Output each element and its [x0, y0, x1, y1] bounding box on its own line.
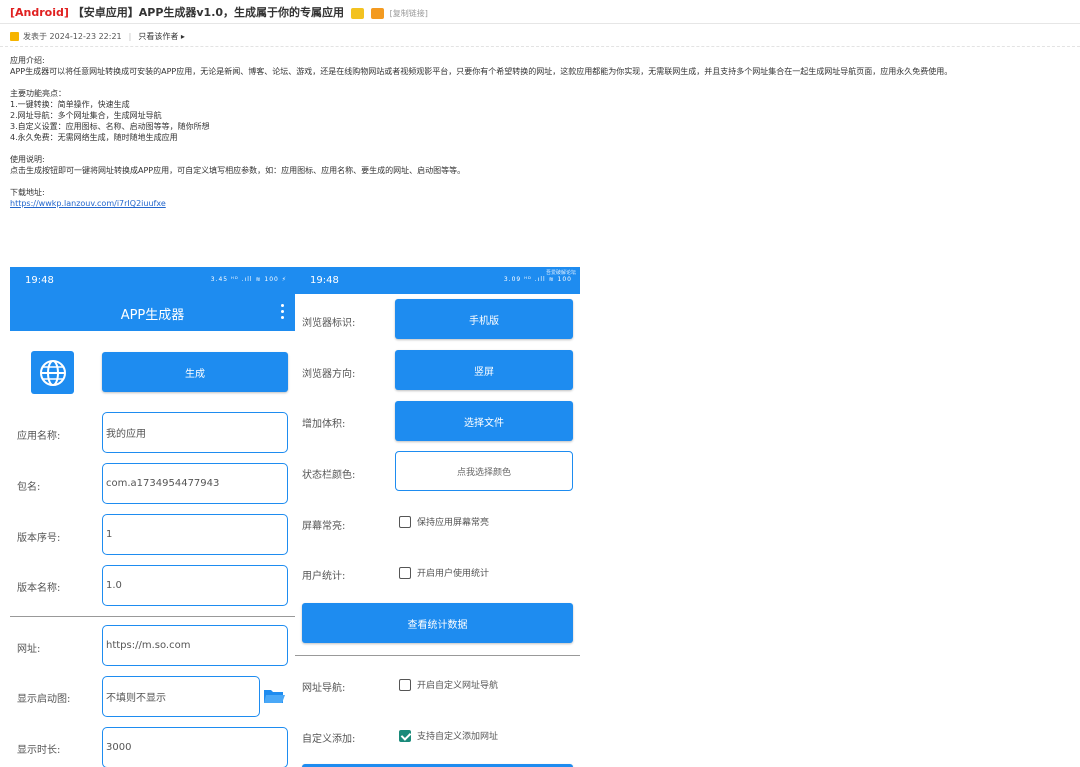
- download-heading: 下载地址:: [10, 188, 45, 197]
- checkbox-unchecked-icon: [399, 566, 411, 579]
- splash-duration-input[interactable]: 3000: [102, 727, 288, 767]
- orientation-button[interactable]: 竖屏: [395, 350, 573, 390]
- hot-icon: [350, 7, 364, 19]
- usage-heading: 使用说明:: [10, 155, 45, 164]
- status-bar: 19:48 3.45 ᴴᴰ .ıll ≋ 100 ⚡: [10, 267, 295, 294]
- feature-item: 4.永久免费：无需网络生成，随时随地生成应用: [10, 133, 178, 142]
- user-stats-checkbox[interactable]: 开启用户使用统计: [399, 566, 489, 579]
- usage-text: 点击生成按钮即可一键将网址转换成APP应用，可自定义填写相应参数，如：应用图标、…: [10, 166, 466, 175]
- statusbar-color-button[interactable]: 点我选择颜色: [395, 451, 573, 491]
- checkbox-label: 支持自定义添加网址: [417, 732, 499, 742]
- post-content: 应用介绍: APP生成器可以将任意网址转换成可安装的APP应用，无论是新闻、博客…: [10, 55, 1070, 209]
- keep-screen-on-checkbox[interactable]: 保持应用屏幕常亮: [399, 515, 489, 528]
- phone-screenshot-main: 19:48 3.45 ᴴᴰ .ıll ≋ 100 ⚡ APP生成器 生成 应用名…: [10, 267, 295, 767]
- divider: [0, 23, 1080, 24]
- view-stats-button[interactable]: 查看统计数据: [302, 603, 573, 643]
- checkbox-label: 开启用户使用统计: [417, 569, 490, 579]
- phone-screenshot-settings: 19:48 3.09 ᴴᴰ .ıll ≋ 100 吾爱破解论坛 浏览器标识: 手…: [295, 267, 580, 767]
- url-input[interactable]: https://m.so.com: [102, 625, 288, 666]
- choose-file-button[interactable]: 选择文件: [395, 401, 573, 441]
- app-toolbar: APP生成器: [10, 294, 295, 331]
- divider: [0, 46, 1080, 47]
- setting-label: 用户统计:: [302, 571, 346, 582]
- splash-image-input[interactable]: 不填则不显示: [102, 676, 260, 717]
- divider: [10, 616, 295, 617]
- setting-label: 增加体积:: [302, 419, 346, 430]
- status-icons: 3.45 ᴴᴰ .ıll ≋ 100 ⚡: [210, 276, 287, 283]
- checkbox-checked-icon: [399, 729, 411, 742]
- checkbox-unchecked-icon: [399, 678, 411, 691]
- status-time: 19:48: [25, 275, 54, 286]
- folder-icon[interactable]: [263, 687, 285, 705]
- checkbox-label: 保持应用屏幕常亮: [417, 518, 490, 528]
- generate-button[interactable]: 生成: [102, 352, 288, 392]
- field-label: 包名:: [17, 482, 41, 493]
- checkbox-unchecked-icon: [399, 515, 411, 528]
- app-title: APP生成器: [120, 308, 185, 323]
- version-code-input[interactable]: 1: [102, 514, 288, 555]
- copy-link[interactable]: [复制链接]: [390, 9, 428, 18]
- reward-icon: [370, 7, 384, 19]
- package-name-input[interactable]: com.a1734954477943: [102, 463, 288, 504]
- post-meta: 发表于 2024-12-23 22:21 | 只看该作者 ▸: [10, 31, 185, 42]
- setting-label: 浏览器方向:: [302, 369, 356, 380]
- intro-text: APP生成器可以将任意网址转换成可安装的APP应用，无论是新闻、博客、论坛、游戏…: [10, 67, 953, 76]
- custom-add-checkbox[interactable]: 支持自定义添加网址: [399, 729, 498, 742]
- separator: |: [128, 32, 132, 41]
- post-tag[interactable]: [Android]: [10, 6, 69, 19]
- url-nav-checkbox[interactable]: 开启自定义网址导航: [399, 678, 498, 691]
- field-label: 网址:: [17, 644, 41, 655]
- setting-label: 屏幕常亮:: [302, 521, 346, 532]
- feature-item: 1.一键转换：简单操作，快速生成: [10, 100, 130, 109]
- field-label: 应用名称:: [17, 431, 61, 442]
- watermark: 吾爱破解论坛: [545, 270, 576, 276]
- version-name-input[interactable]: 1.0: [102, 565, 288, 606]
- field-label: 版本序号:: [17, 533, 61, 544]
- feature-item: 2.网址导航：多个网址集合，生成网址导航: [10, 111, 162, 120]
- setting-label: 网址导航:: [302, 683, 346, 694]
- field-label: 版本名称:: [17, 583, 61, 594]
- setting-label: 状态栏颜色:: [302, 470, 356, 481]
- more-icon[interactable]: [281, 304, 285, 320]
- field-label: 显示启动图:: [17, 694, 71, 705]
- download-link[interactable]: https://wwkp.lanzouv.com/i7rIQ2iuufxe: [10, 199, 166, 208]
- posted-at: 发表于 2024-12-23 22:21: [23, 32, 122, 41]
- checkbox-label: 开启自定义网址导航: [417, 681, 499, 691]
- status-icons: 3.09 ᴴᴰ .ıll ≋ 100: [503, 276, 572, 283]
- user-icon: [10, 32, 19, 41]
- divider: [295, 655, 580, 656]
- post-title-text: 【安卓应用】APP生成器v1.0，生成属于你的专属应用: [72, 6, 345, 19]
- setting-label: 自定义添加:: [302, 734, 356, 745]
- browser-ua-button[interactable]: 手机版: [395, 299, 573, 339]
- intro-heading: 应用介绍:: [10, 56, 45, 65]
- status-bar: 19:48 3.09 ᴴᴰ .ıll ≋ 100 吾爱破解论坛: [295, 267, 580, 294]
- feature-item: 3.自定义设置：应用图标、名称、启动图等等，随你所想: [10, 122, 210, 131]
- setting-label: 浏览器标识:: [302, 318, 356, 329]
- features-heading: 主要功能亮点：: [10, 89, 66, 98]
- only-author-link[interactable]: 只看该作者 ▸: [138, 31, 185, 42]
- globe-icon: [39, 359, 66, 386]
- status-time: 19:48: [310, 275, 339, 286]
- field-label: 显示时长:: [17, 745, 61, 756]
- app-icon-picker[interactable]: [31, 351, 74, 394]
- app-name-input[interactable]: 我的应用: [102, 412, 288, 453]
- post-title: [Android] 【安卓应用】APP生成器v1.0，生成属于你的专属应用 [复…: [10, 4, 428, 20]
